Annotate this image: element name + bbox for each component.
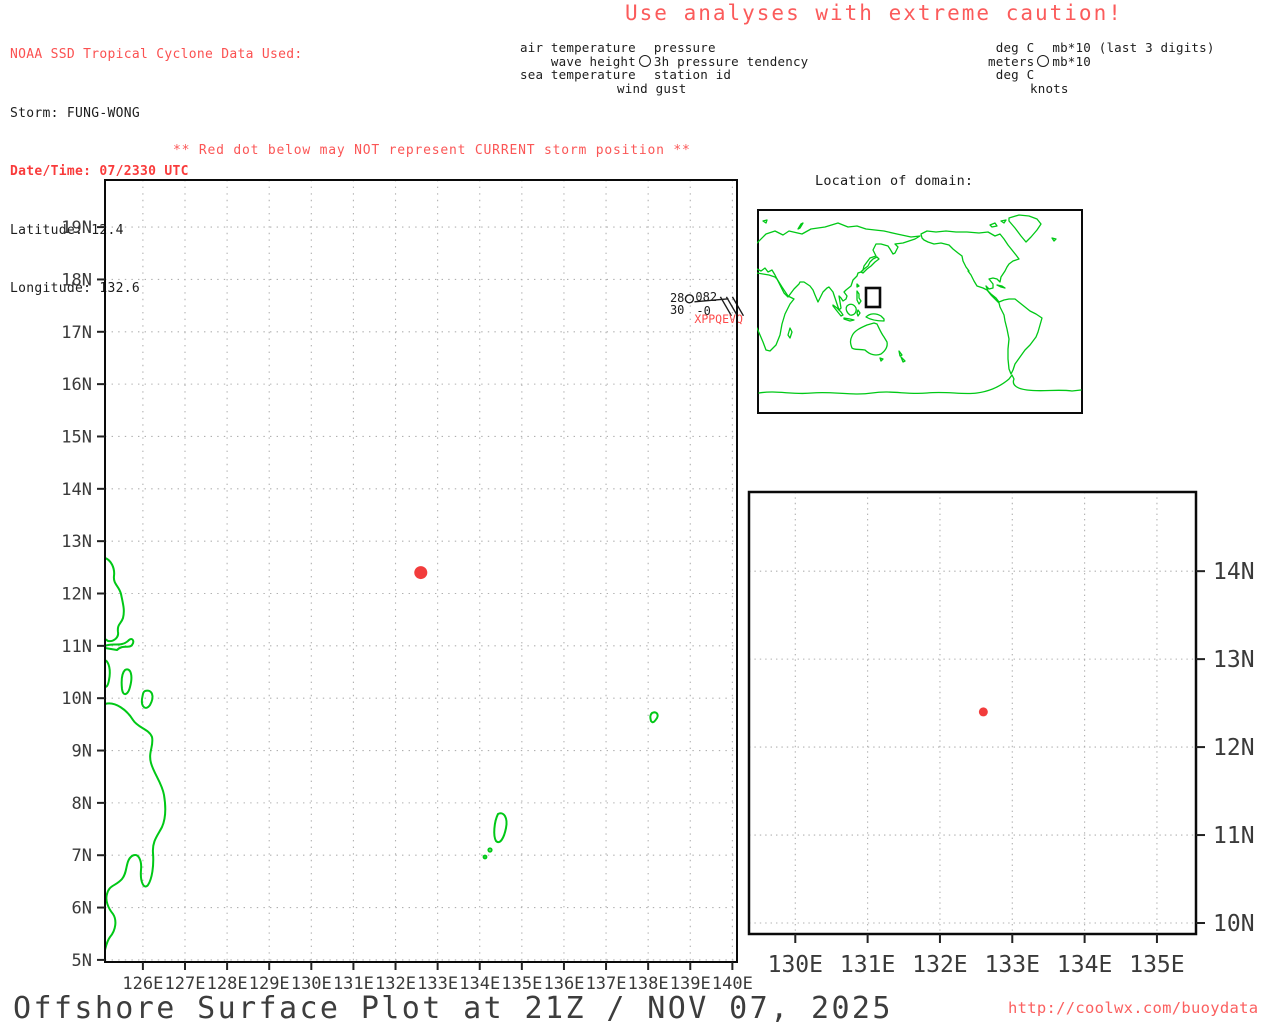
- station-circle-icon: [684, 294, 695, 304]
- lat-axis-label: 12N: [61, 585, 92, 605]
- legend-pressure: pressure: [653, 40, 716, 55]
- lat-axis-label: 11N: [61, 637, 92, 657]
- coastline-borneo: [845, 303, 857, 316]
- station-value: 30: [670, 303, 684, 317]
- coastline-samar: [104, 557, 125, 643]
- coastline-tasmania: [879, 357, 884, 362]
- lon-axis-label: 131E: [840, 952, 895, 978]
- legend-sea-temperature: sea temperature: [520, 67, 636, 82]
- inset-map-border: [747, 490, 1198, 936]
- legend-pressure-tendency: 3h pressure tendency: [653, 53, 809, 69]
- coastline-cuba: [996, 284, 1006, 289]
- coastline-sulawesi: [856, 309, 861, 317]
- plot-title: Offshore Surface Plot at 21Z / NOV 07, 2…: [13, 991, 893, 1026]
- coastline-iceland: [1051, 237, 1057, 242]
- inset-map: 14N 13N 12N 11N 10N 130E 131E 132E 133E 134E 135E: [747, 490, 1255, 978]
- unit-wave-height: meters: [988, 53, 1035, 69]
- coastline-greenland: [1008, 214, 1042, 243]
- coastline-bohol: [140, 689, 154, 709]
- lat-axis-label: 16N: [61, 375, 92, 395]
- coastline-palau-islet: [482, 854, 488, 860]
- unit-station-id: [1052, 68, 1214, 82]
- storm-position-dot: [414, 566, 428, 580]
- world-coastlines: [757, 214, 1082, 395]
- domain-box-marker: [864, 286, 882, 309]
- coastline-novaya-zemlya: [797, 222, 804, 230]
- lat-axis-label: 9N: [72, 742, 92, 762]
- lat-axis-label: 18N: [61, 270, 92, 290]
- world-map-border: [757, 209, 1083, 414]
- lat-axis-label: 7N: [72, 846, 92, 866]
- station-circle-icon: [638, 55, 651, 68]
- lon-axis-label: 133E: [985, 952, 1040, 978]
- legend-wind-gust: wind gust: [617, 80, 687, 96]
- coastline-madagascar: [787, 327, 793, 339]
- unit-pressure-tendency: mb*10: [1052, 53, 1091, 69]
- coastline-arctic-islands: [989, 219, 1007, 228]
- legend-station-id: station id: [653, 67, 732, 82]
- coastline-americas: [920, 230, 1043, 375]
- coastline-taiwan: [856, 283, 860, 288]
- lat-axis-label: 14N: [61, 480, 92, 500]
- source-url: http://coolwx.com/buoydata: [1008, 999, 1259, 1017]
- unit-air-temperature: deg C: [995, 40, 1035, 55]
- coastline-mindanao: [104, 702, 167, 951]
- coastline-yap: [649, 711, 659, 724]
- lat-axis-label: 19N: [61, 218, 92, 238]
- coastline-australia: [849, 322, 888, 356]
- lat-axis-label: 15N: [61, 427, 92, 447]
- unit-sea-temperature: deg C: [995, 67, 1035, 82]
- coastline-new-zealand: [898, 350, 906, 363]
- lon-axis-label: 130E: [768, 952, 823, 978]
- coastline-antarctica: [758, 374, 1082, 395]
- coastline-svalbard: [762, 219, 768, 224]
- unit-wind-gust: knots: [1030, 80, 1069, 96]
- coastline-eurasia: [757, 222, 921, 311]
- legend-air-temperature: air temperature: [520, 40, 636, 55]
- domain-world-map: [757, 209, 1083, 414]
- lat-axis-label: 13N: [61, 532, 92, 552]
- lon-axis-label: 132E: [912, 952, 967, 978]
- domain-map-title: Location of domain:: [815, 173, 974, 189]
- tc-data-source-line: NOAA SSD Tropical Cyclone Data Used:: [10, 47, 303, 62]
- coastline-java: [843, 317, 855, 322]
- lat-axis-label: 10N: [1213, 911, 1255, 937]
- lat-axis-label: 8N: [72, 794, 92, 814]
- lat-axis-label: 12N: [1213, 735, 1255, 761]
- coastline-palau-islet: [487, 847, 493, 853]
- lat-axis-label: 11N: [1213, 823, 1255, 849]
- coastline-japan: [860, 256, 880, 274]
- lat-axis-label: 6N: [72, 899, 92, 919]
- coastline-leyte: [120, 668, 133, 695]
- main-map-overlay: 28 08230 -0XPPQEVQ: [414, 290, 745, 580]
- station-legend-variables: air temperature pressure wave height 3h …: [520, 41, 808, 95]
- storm-position-dot: [978, 707, 988, 717]
- caution-headline: Use analyses with extreme caution!: [625, 1, 1123, 25]
- red-dot-warning: ** Red dot below may NOT represent CURRE…: [173, 143, 691, 158]
- lat-axis-label: 17N: [61, 323, 92, 343]
- unit-pressure: mb*10 (last 3 digits): [1052, 40, 1215, 55]
- station-legend-units: deg C mb*10 (last 3 digits) meters mb*10…: [988, 41, 1215, 95]
- coastline-new-guinea: [865, 313, 885, 322]
- offshore-surface-plot-page: { "header": { "storm_info": { "line1": "…: [0, 0, 1280, 1026]
- station-circle-icon: [1037, 55, 1050, 68]
- lon-axis-label: 134E: [1057, 952, 1112, 978]
- coastline-philippines: [856, 290, 862, 305]
- lat-axis-label: 14N: [1213, 559, 1255, 585]
- legend-wave-height: wave height: [550, 53, 636, 69]
- coastline-palau: [493, 812, 508, 844]
- storm-name-line: Storm: FUNG-WONG: [10, 105, 141, 121]
- lat-axis-label: 10N: [61, 689, 92, 709]
- lat-axis-label: 5N: [72, 951, 92, 971]
- station-id-label: XPPQEVQ: [694, 312, 743, 326]
- coastline-africa: [757, 272, 795, 352]
- main-map: 28 08230 -0XPPQEVQ 19N 18N 17N 16N 15N 14N 13N 12…: [61, 179, 753, 994]
- lat-axis-label: 13N: [1213, 647, 1255, 673]
- main-map-axes: 19N 18N 17N 16N 15N 14N 13N 12N 11N 10N 9N 8N 7N 6N 5N…: [61, 179, 753, 994]
- main-map-coastlines: [104, 557, 659, 951]
- lon-axis-label: 135E: [1129, 952, 1184, 978]
